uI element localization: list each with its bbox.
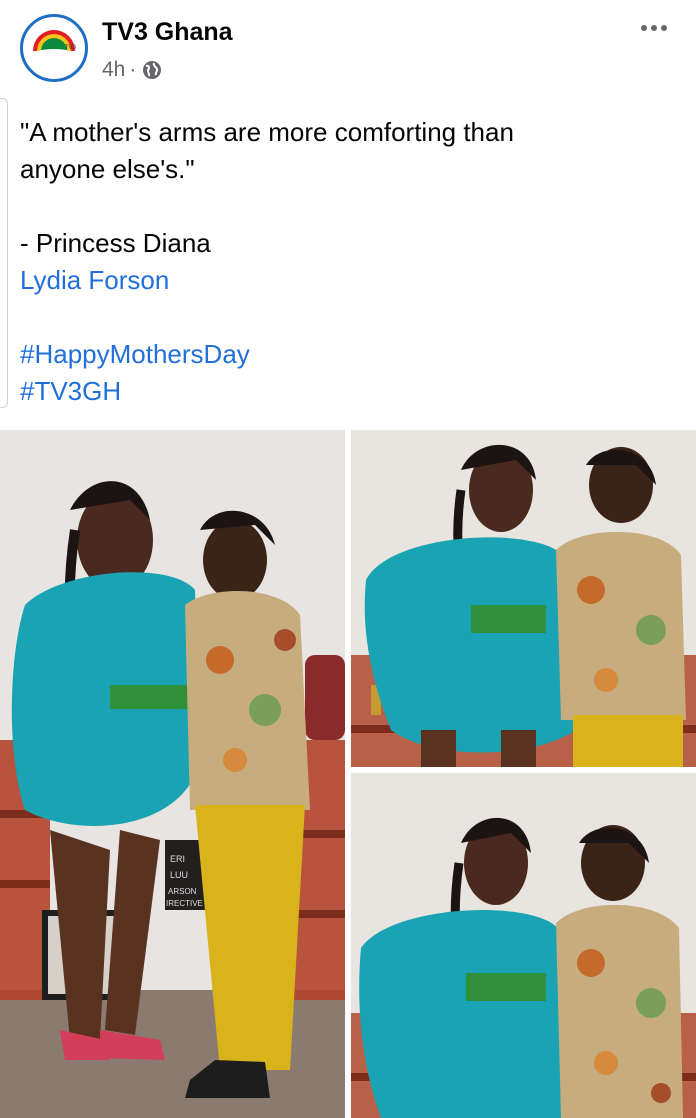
svg-text:ARSON: ARSON: [168, 887, 197, 896]
page-name[interactable]: TV3 Ghana: [102, 18, 233, 47]
post-body: "A mother's arms are more comforting tha…: [20, 114, 660, 410]
photo-3[interactable]: [351, 773, 696, 1118]
post-header: TV3 TV3 Ghana 4h ·: [0, 0, 696, 96]
photo-grid: ERI LUU ARSON IRECTIVE: [0, 430, 696, 1118]
hashtag-happy-mothers-day[interactable]: #HappyMothersDay: [20, 336, 660, 373]
page-avatar[interactable]: TV3: [20, 14, 88, 82]
svg-text:LUU: LUU: [170, 870, 188, 880]
quote-line-2: anyone else's.": [20, 154, 195, 184]
more-options-icon[interactable]: [634, 16, 674, 40]
quote-line-1: "A mother's arms are more comforting tha…: [20, 117, 514, 147]
svg-text:TV3: TV3: [65, 45, 77, 51]
post-time[interactable]: 4h: [102, 58, 125, 82]
svg-text:IRECTIVE: IRECTIVE: [166, 899, 203, 908]
globe-icon[interactable]: [142, 60, 162, 80]
tv3-logo-icon: TV3: [24, 18, 84, 78]
photo-1[interactable]: ERI LUU ARSON IRECTIVE: [0, 430, 345, 1118]
tagged-person-link[interactable]: Lydia Forson: [20, 262, 660, 299]
svg-text:ERI: ERI: [170, 854, 185, 864]
hashtag-tv3gh[interactable]: #TV3GH: [20, 373, 660, 410]
post-edge-divider: [0, 98, 8, 408]
quote-attribution: - Princess Diana: [20, 228, 211, 258]
post-meta: 4h ·: [102, 58, 162, 82]
photo-2[interactable]: [351, 430, 696, 767]
meta-separator: ·: [129, 58, 137, 81]
